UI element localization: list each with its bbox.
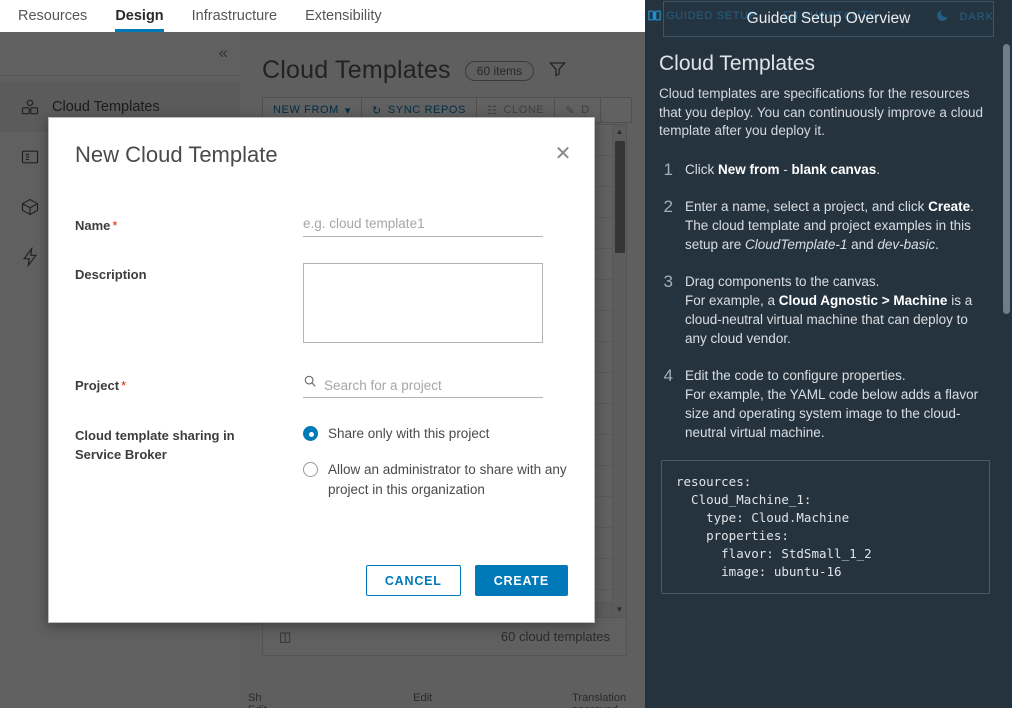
guided-step: 2 Enter a name, select a project, and cli… <box>659 197 990 254</box>
guided-step-number: 2 <box>663 196 673 216</box>
sharing-label-line2: Service Broker <box>75 447 167 462</box>
guided-step-number: 4 <box>663 365 673 385</box>
form-row-sharing: Cloud template sharing in Service Broker… <box>75 424 568 516</box>
sharing-label: Cloud template sharing in Service Broker <box>75 424 303 516</box>
dialog-actions: CANCEL CREATE <box>365 565 568 596</box>
name-field-wrapper <box>303 214 568 237</box>
description-textarea[interactable] <box>303 263 543 343</box>
search-icon <box>303 374 317 393</box>
sharing-radio-group: Share only with this project Allow an ad… <box>303 424 568 516</box>
guided-step: 4 Edit the code to configure properties. F… <box>659 366 990 442</box>
top-navigation-bar: Resources Design Infrastructure Extensib… <box>0 0 645 32</box>
new-cloud-template-dialog: New Cloud Template ✕ Name* Description <box>48 117 595 623</box>
dialog-title: New Cloud Template <box>75 142 278 167</box>
panel-scroll-thumb[interactable] <box>1003 44 1010 314</box>
nav-tab-extensibility[interactable]: Extensibility <box>305 0 382 32</box>
description-label: Description <box>75 267 147 282</box>
yaml-code-block: resources: Cloud_Machine_1: type: Cloud.… <box>661 459 990 594</box>
radio-selected-icon[interactable] <box>303 426 318 441</box>
book-icon <box>647 8 662 23</box>
nav-tab-infrastructure[interactable]: Infrastructure <box>192 0 277 32</box>
close-icon[interactable]: ✕ <box>552 144 574 166</box>
project-search-wrapper[interactable] <box>303 374 543 398</box>
guided-setup-tooltip: Guided Setup Overview <box>663 1 994 37</box>
required-marker: * <box>121 378 127 393</box>
nav-tab-resources[interactable]: Resources <box>18 0 87 32</box>
name-input[interactable] <box>303 214 543 237</box>
guided-steps-list: 1 Click New from - blank canvas. 2 Enter a … <box>659 160 990 442</box>
guided-step-text: Enter a name, select a project, and clic… <box>685 198 974 252</box>
nav-tab-label: Resources <box>18 8 88 24</box>
nav-tab-label: Design <box>115 8 164 24</box>
radio-label: Share only with this project <box>328 426 490 441</box>
guided-setup-panel: GUIDED SETUP SHORTCUTS DARK Guided Setup… <box>645 0 1012 708</box>
radio-label: Allow an administrator to share with any… <box>328 462 567 497</box>
guided-step-text: Click New from - blank canvas. <box>685 161 881 177</box>
project-label: Project * <box>75 378 127 393</box>
radio-option-share-project[interactable]: Share only with this project <box>303 424 568 444</box>
guided-panel-header: GUIDED SETUP SHORTCUTS DARK Guided Setup… <box>645 0 1012 37</box>
description-field-wrapper <box>303 263 568 348</box>
guided-step: 3 Drag components to the canvas. For examp… <box>659 272 990 348</box>
guided-step-number: 3 <box>663 271 673 291</box>
nav-tab-design[interactable]: Design <box>115 0 165 32</box>
project-search-input[interactable] <box>324 378 543 393</box>
guided-panel-body: Cloud Templates Cloud templates are spec… <box>645 52 1004 708</box>
guided-panel-heading: Cloud Templates <box>659 52 816 75</box>
cancel-button[interactable]: CANCEL <box>365 565 461 596</box>
required-marker: * <box>112 218 118 233</box>
form-row-project: Project * <box>75 374 568 398</box>
name-label: Name * <box>75 218 118 233</box>
create-button[interactable]: CREATE <box>474 565 568 596</box>
guided-step-text: Edit the code to configure properties. Fo… <box>685 367 979 440</box>
tooltip-text: Guided Setup Overview <box>746 10 911 27</box>
form-row-name: Name * <box>75 214 568 237</box>
dialog-form: Name* Description Project* <box>75 214 568 542</box>
guided-step-text: Drag components to the canvas. For exampl… <box>685 273 973 346</box>
nav-tab-label: Extensibility <box>305 8 382 24</box>
form-row-description: Description <box>75 263 568 348</box>
guided-step: 1 Click New from - blank canvas. <box>659 160 990 179</box>
guided-step-number: 1 <box>663 159 673 179</box>
nav-tab-label: Infrastructure <box>191 8 278 24</box>
screen-root: Resources Design Infrastructure Extensib… <box>0 0 1012 708</box>
radio-option-share-org[interactable]: Allow an administrator to share with any… <box>303 460 568 500</box>
project-field-wrapper <box>303 374 568 398</box>
guided-panel-intro: Cloud templates are specifications for t… <box>659 86 983 138</box>
sharing-label-line1: Cloud template sharing in <box>75 428 235 443</box>
radio-unselected-icon[interactable] <box>303 462 318 477</box>
